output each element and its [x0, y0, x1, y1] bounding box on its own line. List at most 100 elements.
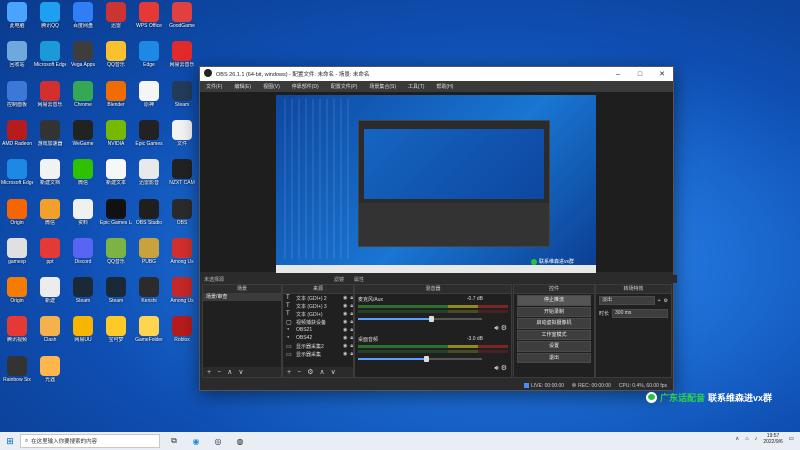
desktop-icon[interactable]: 原神: [133, 80, 165, 108]
volume-icon[interactable]: ♪: [755, 436, 758, 442]
desktop-icon[interactable]: Microsoft Edge: [34, 41, 66, 68]
menu-help[interactable]: 帮助(H): [430, 83, 459, 90]
desktop-icon[interactable]: 新建: [34, 277, 66, 304]
remove-icon[interactable]: −: [297, 369, 301, 376]
desktop-icon[interactable]: Rainbow Six: [1, 355, 33, 383]
desktop-icon[interactable]: 新建文本: [100, 159, 132, 186]
desktop-icon[interactable]: Roblox: [166, 316, 198, 343]
speaker-icon[interactable]: 🔊︎ ⚙: [494, 324, 507, 333]
desktop-icon[interactable]: 回收站: [1, 41, 33, 68]
lock-icon[interactable]: 🔒︎: [350, 311, 353, 317]
eye-icon[interactable]: ◉: [343, 319, 347, 325]
desktop-icon[interactable]: Origin: [1, 277, 33, 304]
start-virtual-camera-button[interactable]: 启动虚拟摄像机: [517, 318, 591, 329]
desktop-icon[interactable]: PUBG: [133, 237, 165, 265]
settings-button[interactable]: 设置: [517, 341, 591, 352]
desktop-icon[interactable]: Blender: [100, 80, 132, 108]
desktop-icon[interactable]: 光遇: [34, 355, 66, 383]
desktop-icon[interactable]: Steam: [166, 80, 198, 108]
desktop-icon[interactable]: Chrome: [67, 80, 99, 108]
filters-button[interactable]: 滤镜: [334, 276, 344, 283]
remove-icon[interactable]: −: [217, 369, 221, 376]
windows-start-icon[interactable]: ⊞: [0, 436, 20, 447]
desktop-icon[interactable]: NVIDIA: [100, 119, 132, 147]
menu-edit[interactable]: 编辑(E): [228, 83, 257, 90]
task-view-icon[interactable]: ⧉: [166, 434, 182, 448]
lock-icon[interactable]: 🔒︎: [350, 303, 353, 309]
stop-streaming-button[interactable]: 停止推流: [517, 295, 591, 306]
desktop-icon[interactable]: ppt: [34, 237, 66, 265]
maximize-icon[interactable]: □: [629, 71, 651, 78]
desktop-icon[interactable]: Among Us: [166, 237, 198, 265]
desktop-icon[interactable]: gamexp: [1, 237, 33, 265]
desktop-icon[interactable]: Microsoft Edge: [1, 159, 33, 186]
volume-slider[interactable]: [358, 356, 508, 362]
eye-icon[interactable]: ◉: [343, 351, 347, 357]
desktop-icon[interactable]: 腾讯QQ: [34, 2, 66, 29]
desktop-icon[interactable]: 腾讯视频: [1, 316, 33, 343]
lock-icon[interactable]: 🔒︎: [350, 295, 353, 301]
desktop-icon[interactable]: Steam: [67, 277, 99, 304]
desktop-icon[interactable]: 微信: [67, 159, 99, 186]
source-item[interactable]: ▭ 显示器采集2 ◉ 🔒︎: [283, 342, 353, 350]
eye-icon[interactable]: ◉: [343, 335, 347, 341]
add-icon[interactable]: +: [287, 369, 291, 376]
search-box[interactable]: ⌕ 在这里输入你要搜索的内容: [20, 434, 160, 448]
desktop-icon[interactable]: WPS Office: [133, 2, 165, 29]
menu-docks[interactable]: 停靠部件(D): [286, 83, 325, 90]
down-icon[interactable]: ∨: [238, 368, 243, 376]
volume-slider[interactable]: [358, 316, 508, 322]
lock-icon[interactable]: 🔒︎: [350, 327, 353, 333]
source-item[interactable]: ▢ 视频捕获设备 ◉ 🔒︎: [283, 318, 353, 326]
network-icon[interactable]: ⌂: [745, 436, 748, 442]
desktop-icon[interactable]: 新建文档: [34, 159, 66, 186]
obs-icon[interactable]: ◍: [232, 434, 248, 448]
gear-icon[interactable]: ⚙: [307, 368, 313, 376]
desktop-icon[interactable]: 宝可梦: [100, 316, 132, 343]
desktop-icon[interactable]: Discord: [67, 237, 99, 265]
tray-up-icon[interactable]: ∧: [735, 436, 739, 442]
eye-icon[interactable]: ◉: [343, 311, 347, 317]
menu-view[interactable]: 视图(V): [257, 83, 286, 90]
desktop-icon[interactable]: OBS Studio: [133, 198, 165, 226]
desktop-icon[interactable]: 网易云音乐: [34, 80, 66, 108]
source-item[interactable]: ▭ 显示器采集 ◉ 🔒︎: [283, 350, 353, 358]
desktop-icon[interactable]: AMD Radeon: [1, 119, 33, 147]
desktop-icon[interactable]: 百度网盘: [67, 2, 99, 29]
properties-button[interactable]: 属性: [354, 276, 364, 283]
desktop-icon[interactable]: GameFolder: [133, 316, 165, 343]
desktop-icon[interactable]: 微信: [34, 198, 66, 226]
duration-input[interactable]: 300 ms: [612, 309, 668, 318]
desktop-icon[interactable]: Edge: [133, 41, 165, 68]
desktop-icon[interactable]: 此电脑: [1, 2, 33, 29]
up-icon[interactable]: ∧: [227, 368, 232, 376]
desktop-icon[interactable]: GoodGame: [166, 2, 198, 29]
menu-scene-collection[interactable]: 场景集合(S): [363, 83, 402, 90]
desktop-icon[interactable]: 控制面板: [1, 80, 33, 108]
lock-icon[interactable]: 🔒︎: [350, 335, 353, 341]
steam-icon[interactable]: ◎: [210, 434, 226, 448]
gear-icon[interactable]: ⚙: [664, 298, 668, 304]
menu-file[interactable]: 文件(F): [200, 83, 228, 90]
clock[interactable]: 19:57 2022/9/6: [763, 433, 782, 445]
desktop-icon[interactable]: 迅雷: [100, 2, 132, 29]
minimize-icon[interactable]: –: [607, 71, 629, 78]
desktop-icon[interactable]: 网易UU: [67, 316, 99, 343]
start-recording-button[interactable]: 开始录制: [517, 306, 591, 317]
desktop-icon[interactable]: QQ音乐: [100, 237, 132, 265]
desktop-icon[interactable]: Origin: [1, 198, 33, 226]
source-item[interactable]: T 文本 (GDI+) 2 ◉ 🔒︎: [283, 294, 353, 302]
speaker-icon[interactable]: 🔊︎ ⚙: [494, 364, 507, 373]
desktop-icon[interactable]: Steam: [100, 277, 132, 304]
add-icon[interactable]: +: [658, 298, 661, 304]
title-bar[interactable]: OBS 26.1.1 (64-bit, windows) - 配置文件: 未命名…: [200, 67, 673, 81]
source-item[interactable]: T 文本 (GDI+) 3 ◉ 🔒︎: [283, 302, 353, 310]
desktop-icon[interactable]: Epic Games: [133, 119, 165, 147]
source-item[interactable]: T 文本 (GDI+) ◉ 🔒︎: [283, 310, 353, 318]
desktop-icon[interactable]: 游戏加速器: [34, 119, 66, 147]
scene-item[interactable]: 场景/审查: [203, 294, 281, 301]
up-icon[interactable]: ∧: [319, 368, 324, 376]
menu-profile[interactable]: 配置文件(P): [325, 83, 364, 90]
lock-icon[interactable]: 🔒︎: [350, 319, 353, 325]
down-icon[interactable]: ∨: [331, 368, 336, 376]
